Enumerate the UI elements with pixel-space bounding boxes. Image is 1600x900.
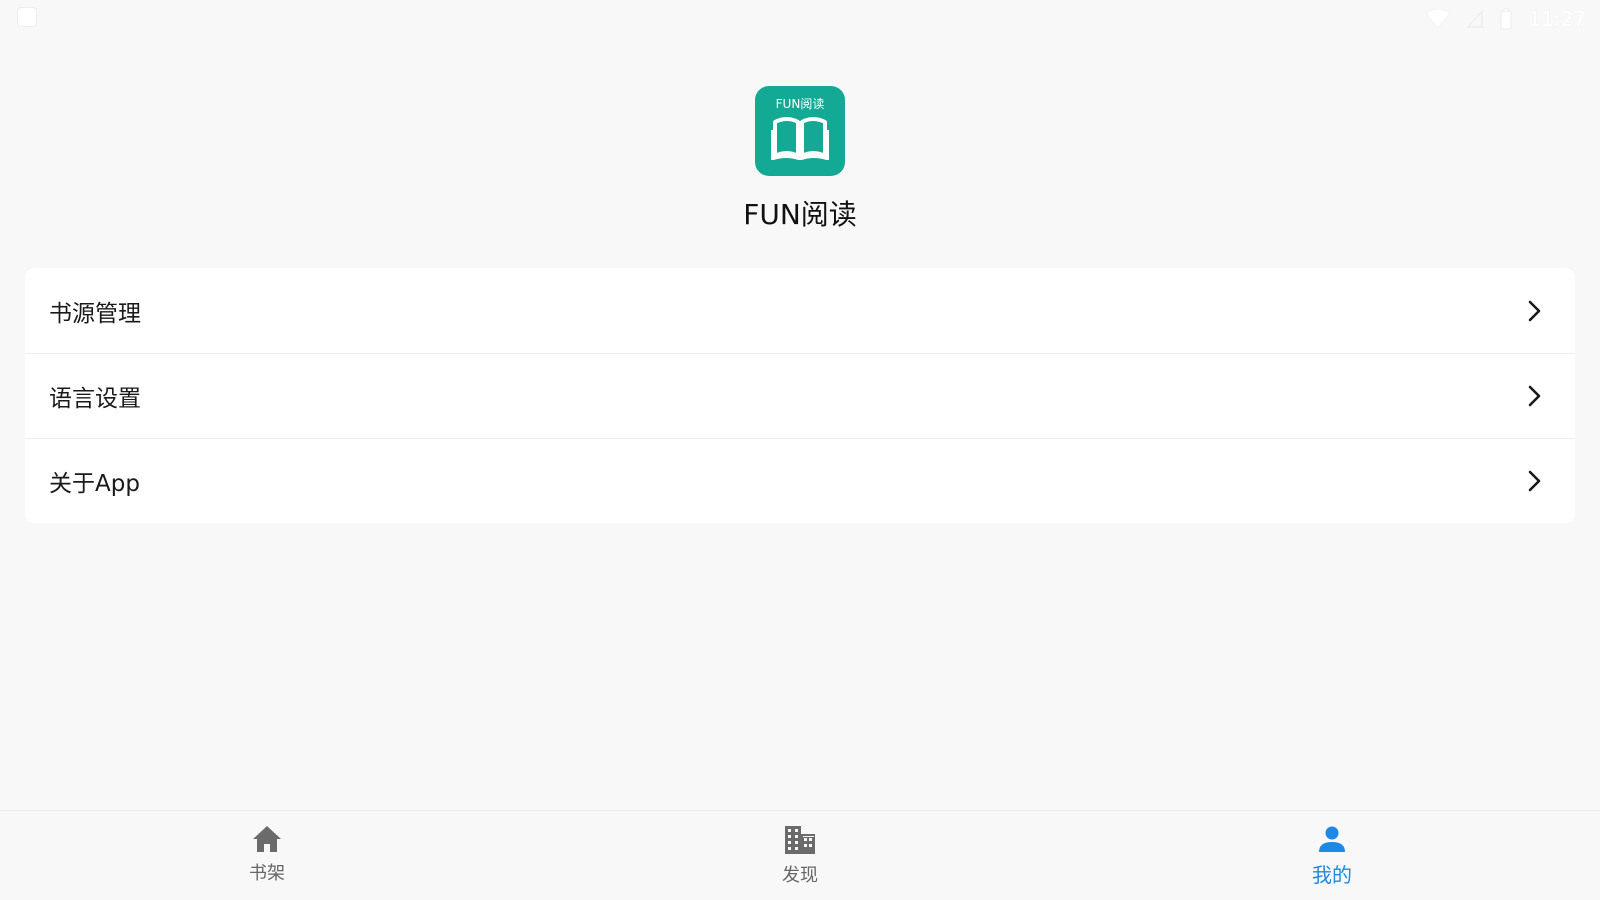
app-header: FUN阅读 FUN阅读 [0,86,1600,232]
menu-item-label: 语言设置 [49,386,141,412]
battery-icon [1500,8,1512,30]
menu-item-language[interactable]: 语言设置 [25,353,1575,438]
settings-card: 书源管理 语言设置 关于App [25,268,1575,523]
chevron-right-icon [1528,385,1541,407]
bottom-nav: 书架 发现 我的 [0,810,1600,900]
status-right: 11:27 [1426,7,1586,31]
app-screen: 11:27 FUN阅读 FUN阅读 书源管理 语言设置 关于App 书架 发现 … [0,0,1600,900]
nav-item-discover[interactable]: 发现 [730,825,870,887]
nav-label: 书架 [249,863,285,884]
nav-label: 我的 [1312,863,1352,887]
status-left [18,8,36,30]
status-bar: 11:27 [0,0,1600,38]
app-logo: FUN阅读 [755,86,845,176]
home-icon [253,826,281,852]
sd-card-icon [18,8,36,26]
chevron-right-icon [1528,470,1541,492]
menu-item-label: 关于App [49,471,140,497]
status-time: 11:27 [1528,7,1586,31]
nav-label: 发现 [782,865,818,886]
wifi-icon [1426,9,1451,29]
open-book-icon [771,117,829,160]
logo-text: FUN阅读 [775,97,825,111]
person-icon [1319,826,1345,852]
menu-item-book-source[interactable]: 书源管理 [25,268,1575,353]
menu-item-about[interactable]: 关于App [25,438,1575,523]
chevron-right-icon [1528,300,1541,321]
building-icon [785,826,815,854]
nav-item-bookshelf[interactable]: 书架 [197,825,337,885]
nav-item-mine[interactable]: 我的 [1262,825,1402,888]
menu-item-label: 书源管理 [49,300,141,327]
app-name: FUN阅读 [743,198,857,231]
signal-off-icon [1466,9,1484,28]
